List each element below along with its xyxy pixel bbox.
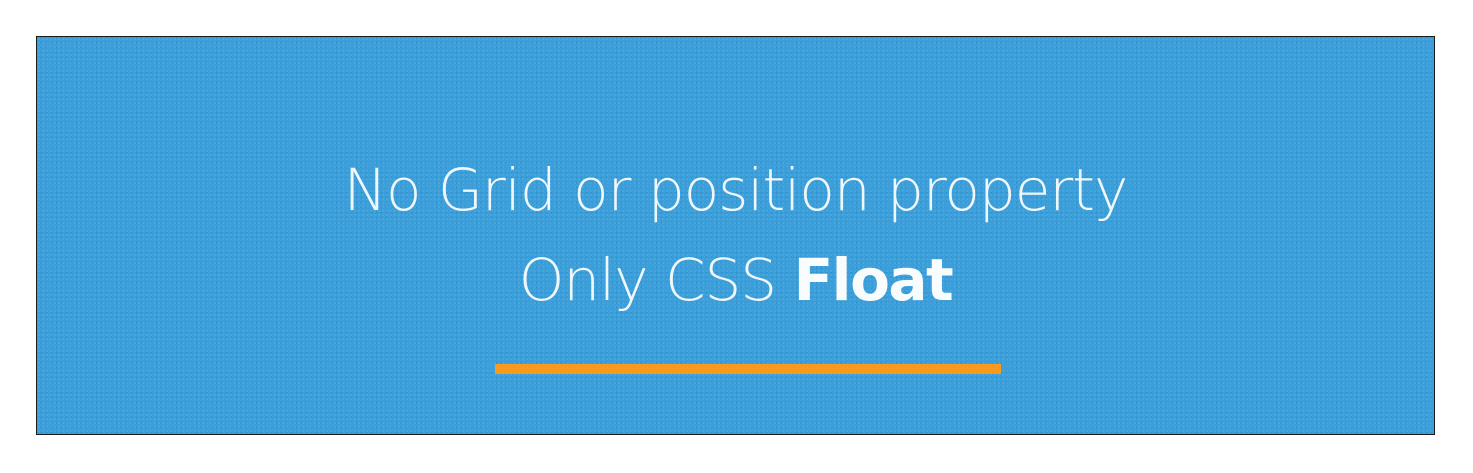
headline-line-1-text: No Grid or position property	[343, 156, 1129, 224]
hero-banner: No Grid or position property Only CSS Fl…	[36, 36, 1435, 435]
headline-line-1: No Grid or position property	[37, 161, 1434, 219]
page: No Grid or position property Only CSS Fl…	[0, 0, 1473, 473]
headline-line-2: Only CSS Float	[37, 251, 1434, 309]
headline-line-2-emphasis: Float	[793, 246, 954, 314]
accent-underline	[495, 364, 1001, 374]
headline-line-2-prefix: Only CSS	[518, 246, 777, 314]
